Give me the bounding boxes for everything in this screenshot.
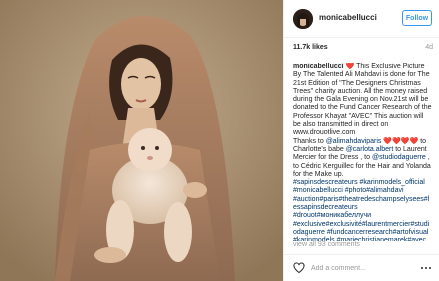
like-count[interactable]: 11.7k likes: [293, 44, 328, 51]
post-caption: monicabellucci ❤️ This Exclusive Picture…: [293, 63, 433, 241]
comment-bar: [284, 254, 439, 281]
post-username[interactable]: monicabellucci: [319, 13, 377, 22]
post-image: [0, 0, 283, 281]
caption-hearts: ❤️❤️❤️❤️: [381, 137, 419, 145]
mention-alimahdaviparis[interactable]: @alimahdaviparis: [326, 138, 382, 145]
caption-thanks: Thanks to: [293, 137, 326, 145]
follow-button[interactable]: Follow: [402, 10, 432, 26]
avatar[interactable]: [293, 9, 313, 29]
caption-hashtags[interactable]: #sapinsdescreateurs #karinmodels_officia…: [293, 179, 429, 241]
caption-username[interactable]: monicabellucci: [293, 63, 344, 70]
mention-carlota-albert[interactable]: @carlota.albert: [346, 146, 394, 153]
instagram-post: monicabellucci Follow 11.7k likes 4d mon…: [0, 0, 439, 281]
caption-heart: ❤️: [345, 63, 355, 70]
mention-studiodaguerre[interactable]: @studiodaguerre: [372, 154, 426, 161]
more-options-icon[interactable]: [420, 264, 432, 272]
post-photo[interactable]: [0, 0, 283, 281]
post-stats: 11.7k likes 4d: [293, 44, 433, 56]
post-side-panel: monicabellucci Follow 11.7k likes 4d mon…: [283, 0, 439, 281]
post-age[interactable]: 4d: [425, 44, 433, 51]
view-all-comments-link[interactable]: view all 93 comments: [293, 241, 360, 248]
heart-icon[interactable]: [293, 262, 305, 274]
post-header: monicabellucci Follow: [284, 0, 439, 38]
caption-text: This Exclusive Picture By The Talented A…: [293, 63, 432, 137]
comment-input[interactable]: [311, 263, 421, 274]
